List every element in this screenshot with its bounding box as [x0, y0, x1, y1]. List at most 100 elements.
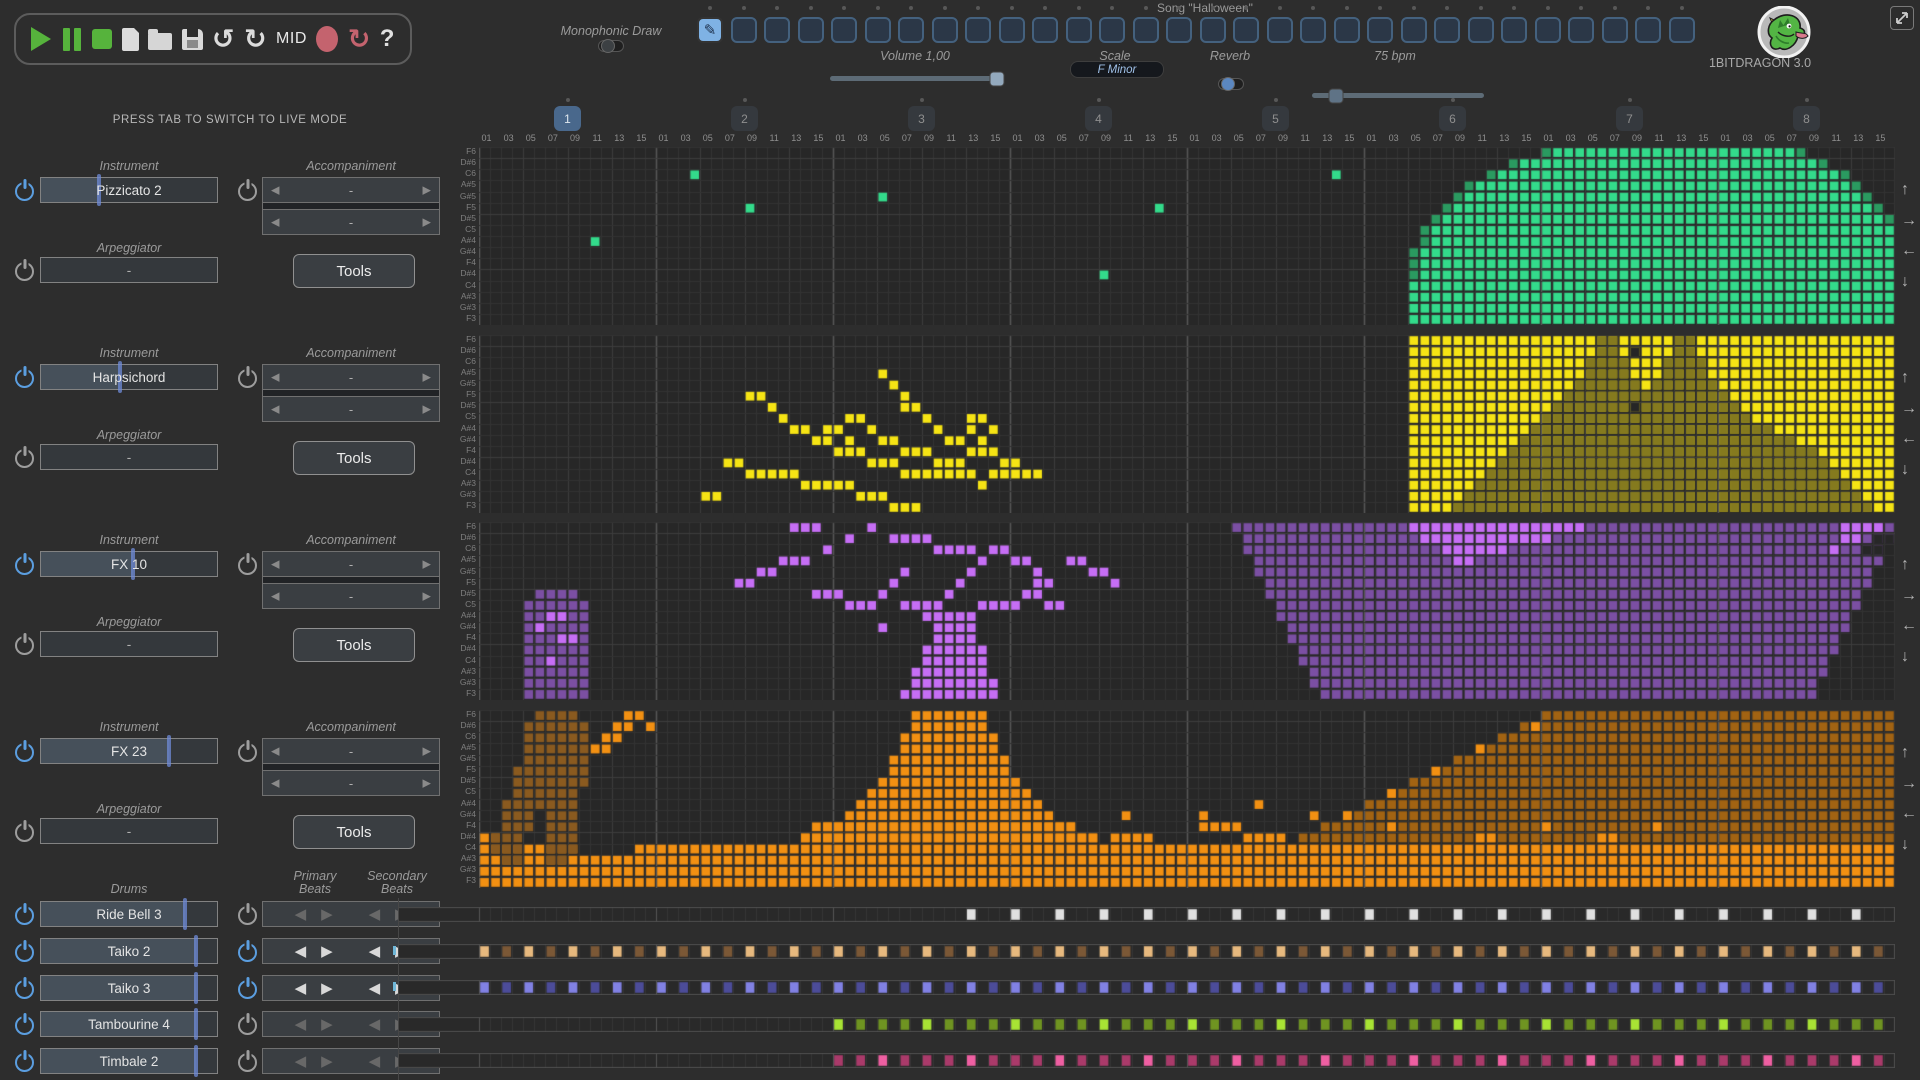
pattern-slot-6[interactable] [865, 17, 891, 43]
arpeggiator-field[interactable]: - [40, 818, 218, 844]
drum-strip-ride-bell-3[interactable] [398, 907, 1895, 922]
drum-strip-taiko-2[interactable] [398, 944, 1895, 959]
instrument-field-pizzicato-2[interactable]: Pizzicato 2 [40, 177, 218, 203]
accompaniment-stepper-1[interactable]: ◀▶- [262, 364, 440, 390]
accompaniment-power-button[interactable] [238, 743, 257, 762]
pattern-slot-8[interactable] [932, 17, 958, 43]
monophonic-draw-toggle[interactable] [598, 40, 624, 52]
beats-primary-right-icon[interactable]: ▶ [321, 1015, 333, 1033]
beats-secondary-left-icon[interactable]: ◀ [369, 905, 381, 923]
arpeggiator-field[interactable]: - [40, 444, 218, 470]
accompaniment-stepper-2[interactable]: ◀▶- [262, 209, 440, 235]
drum-field-tambourine-4[interactable]: Tambourine 4 [40, 1011, 218, 1037]
beats-secondary-left-icon[interactable]: ◀ [369, 942, 381, 960]
arpeggiator-field[interactable]: - [40, 257, 218, 283]
accompaniment-stepper-2[interactable]: ◀▶- [262, 396, 440, 422]
pattern-slot-7[interactable] [898, 17, 924, 43]
pattern-slot-10[interactable] [999, 17, 1025, 43]
beats-primary-right-icon[interactable]: ▶ [321, 979, 333, 997]
pattern-slot-25[interactable] [1501, 17, 1527, 43]
arpeggiator-power-button[interactable] [15, 823, 34, 842]
section-scroll-left-icon[interactable]: ← [1901, 617, 1917, 635]
pattern-slot-1-active-pencil[interactable]: ✎ [697, 17, 723, 43]
section-scroll-right-icon[interactable]: → [1901, 212, 1917, 230]
pattern-slot-2[interactable] [731, 17, 757, 43]
drum-power-button[interactable] [15, 980, 34, 999]
beats-primary-right-icon[interactable]: ▶ [321, 942, 333, 960]
accompaniment-stepper-1[interactable]: ◀▶- [262, 551, 440, 577]
accompaniment-stepper-1[interactable]: ◀▶- [262, 738, 440, 764]
arpeggiator-field[interactable]: - [40, 631, 218, 657]
drum-power-button[interactable] [15, 906, 34, 925]
bpm-slider[interactable] [1312, 93, 1484, 98]
play-button[interactable] [31, 27, 51, 51]
accompaniment-power-button[interactable] [238, 556, 257, 575]
beats-secondary-left-icon[interactable]: ◀ [369, 979, 381, 997]
drum-field-taiko-3[interactable]: Taiko 3 [40, 975, 218, 1001]
pattern-slot-23[interactable] [1434, 17, 1460, 43]
drum-field-timbale-2[interactable]: Timbale 2 [40, 1048, 218, 1074]
beats-power-button[interactable] [238, 906, 257, 925]
instrument-field-fx-23[interactable]: FX 23 [40, 738, 218, 764]
pattern-slot-11[interactable] [1032, 17, 1058, 43]
pattern-slot-16[interactable] [1200, 17, 1226, 43]
section-scroll-down-icon[interactable]: ↓ [1901, 461, 1909, 479]
section-tab-2[interactable]: 2 [731, 106, 758, 131]
pattern-slot-4[interactable] [798, 17, 824, 43]
section-scroll-left-icon[interactable]: ← [1901, 805, 1917, 823]
bpm-slider-handle[interactable] [1329, 88, 1344, 103]
beats-power-button[interactable] [238, 1016, 257, 1035]
pattern-slot-28[interactable] [1602, 17, 1628, 43]
tools-button[interactable]: Tools [293, 254, 415, 288]
new-file-button[interactable] [122, 28, 139, 51]
fullscreen-button[interactable] [1890, 6, 1914, 30]
section-scroll-right-icon[interactable]: → [1901, 587, 1917, 605]
pattern-slot-20[interactable] [1334, 17, 1360, 43]
drum-power-button[interactable] [15, 1053, 34, 1072]
accompaniment-power-button[interactable] [238, 369, 257, 388]
drum-field-taiko-2[interactable]: Taiko 2 [40, 938, 218, 964]
accompaniment-stepper-2[interactable]: ◀▶- [262, 583, 440, 609]
beats-primary-left-icon[interactable]: ◀ [295, 1015, 307, 1033]
pattern-slot-17[interactable] [1233, 17, 1259, 43]
section-scroll-down-icon[interactable]: ↓ [1901, 273, 1909, 291]
save-button[interactable] [182, 29, 203, 50]
accompaniment-power-button[interactable] [238, 182, 257, 201]
tools-button[interactable]: Tools [293, 628, 415, 662]
section-scroll-right-icon[interactable]: → [1901, 775, 1917, 793]
drum-strip-taiko-3[interactable] [398, 980, 1895, 995]
section-tab-1[interactable]: 1 [554, 106, 581, 131]
beats-primary-left-icon[interactable]: ◀ [295, 979, 307, 997]
pattern-slot-12[interactable] [1066, 17, 1092, 43]
stop-button[interactable] [92, 29, 112, 49]
arpeggiator-power-button[interactable] [15, 262, 34, 281]
arpeggiator-power-button[interactable] [15, 449, 34, 468]
arpeggiator-power-button[interactable] [15, 636, 34, 655]
section-scroll-up-icon[interactable]: ↑ [1901, 556, 1909, 574]
section-tab-6[interactable]: 6 [1439, 106, 1466, 131]
pattern-slot-18[interactable] [1267, 17, 1293, 43]
instrument-power-button[interactable] [15, 369, 34, 388]
beats-secondary-left-icon[interactable]: ◀ [369, 1052, 381, 1070]
beats-primary-left-icon[interactable]: ◀ [295, 942, 307, 960]
instrument-power-button[interactable] [15, 182, 34, 201]
instrument-power-button[interactable] [15, 556, 34, 575]
pattern-slot-14[interactable] [1133, 17, 1159, 43]
beats-primary-left-icon[interactable]: ◀ [295, 905, 307, 923]
drum-power-button[interactable] [15, 1016, 34, 1035]
section-scroll-down-icon[interactable]: ↓ [1901, 836, 1909, 854]
open-button[interactable] [148, 28, 172, 50]
section-tab-4[interactable]: 4 [1085, 106, 1112, 131]
section-scroll-left-icon[interactable]: ← [1901, 430, 1917, 448]
undo-button[interactable]: ↺ [212, 26, 235, 53]
section-scroll-up-icon[interactable]: ↑ [1901, 744, 1909, 762]
pattern-slot-13[interactable] [1099, 17, 1125, 43]
section-scroll-right-icon[interactable]: → [1901, 400, 1917, 418]
volume-slider[interactable] [830, 76, 1002, 81]
pause-button[interactable] [61, 28, 83, 51]
pattern-slot-26[interactable] [1535, 17, 1561, 43]
beats-power-button[interactable] [238, 980, 257, 999]
scale-select[interactable]: F Minor [1070, 61, 1164, 78]
section-scroll-up-icon[interactable]: ↑ [1901, 181, 1909, 199]
drum-field-ride-bell-3[interactable]: Ride Bell 3 [40, 901, 218, 927]
